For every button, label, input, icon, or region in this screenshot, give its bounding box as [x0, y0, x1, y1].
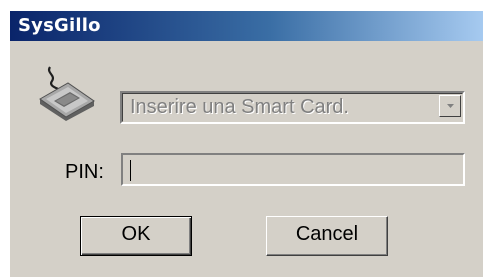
pin-input[interactable]	[121, 153, 465, 186]
smart-card-dialog: SysGillo Inserire una Smart Card. PIN: O…	[10, 11, 483, 277]
title-bar[interactable]: SysGillo	[10, 11, 483, 41]
chevron-down-icon	[447, 104, 454, 108]
smart-card-reader-icon	[34, 65, 100, 121]
screen-background: SysGillo Inserire una Smart Card. PIN: O…	[0, 0, 483, 277]
ok-button[interactable]: OK	[80, 216, 192, 256]
cancel-button[interactable]: Cancel	[266, 216, 388, 256]
select-value: Inserire una Smart Card.	[130, 96, 349, 118]
dropdown-button[interactable]	[439, 95, 461, 117]
pin-label: PIN:	[65, 161, 104, 183]
smart-card-reader-select[interactable]: Inserire una Smart Card.	[120, 91, 465, 124]
text-caret	[130, 160, 131, 181]
window-title: SysGillo	[18, 15, 101, 36]
